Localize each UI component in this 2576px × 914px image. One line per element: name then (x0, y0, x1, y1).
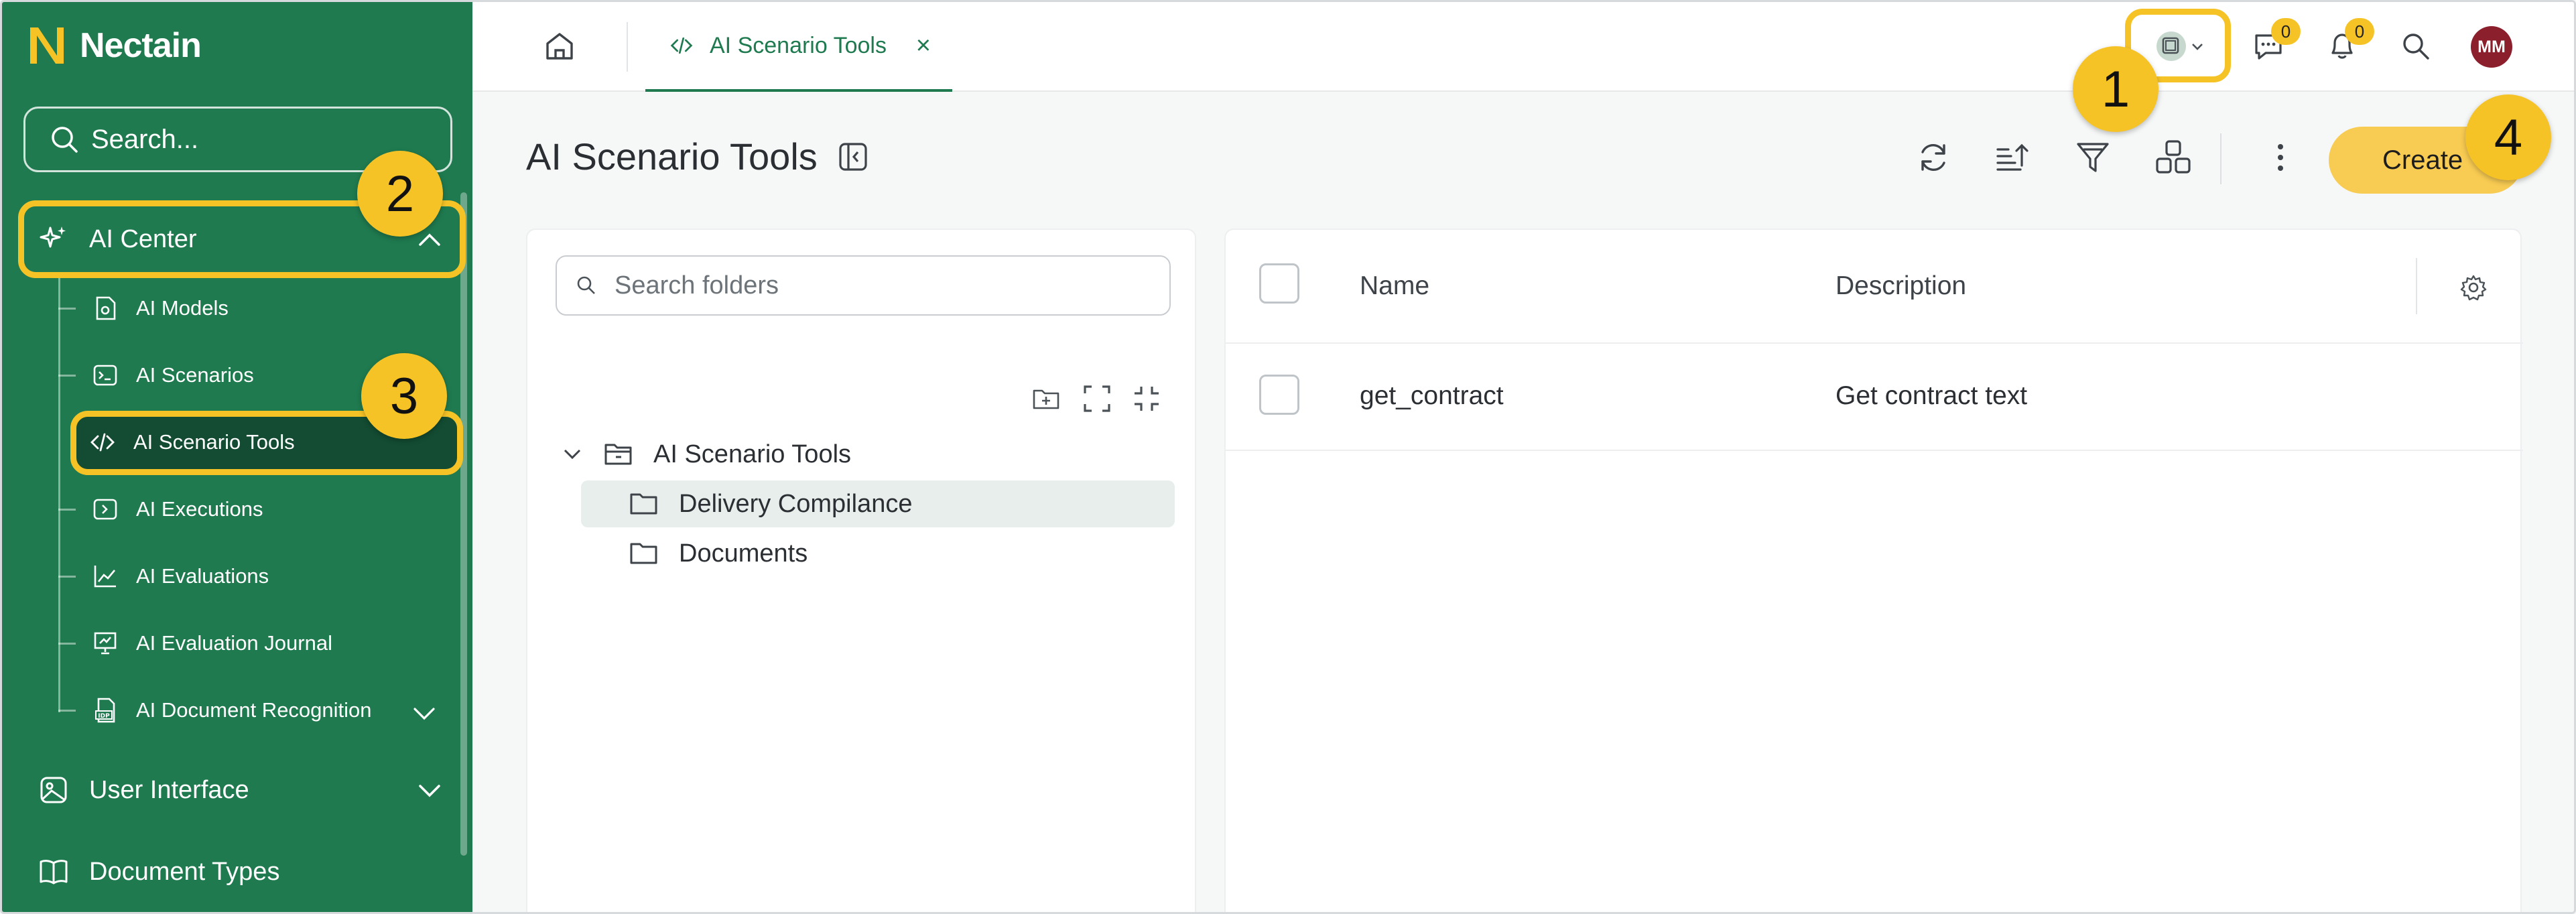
messages-button[interactable]: 0 (2248, 18, 2301, 66)
sort-button[interactable] (1992, 137, 2033, 178)
annotation-badge-4: 4 (2465, 94, 2551, 180)
tree-node-label: AI Scenario Tools (653, 440, 852, 468)
image-icon (40, 777, 67, 803)
table-row[interactable]: get_contract Get contract text (1226, 344, 2523, 450)
row-name: get_contract (1360, 381, 1504, 410)
chevron-down-icon[interactable] (561, 443, 584, 466)
book-icon (40, 860, 68, 885)
sidebar-item-label: Document Types (89, 857, 280, 886)
ai-model-icon (90, 293, 120, 323)
chevron-down-icon[interactable] (416, 777, 443, 803)
folder-icon (630, 493, 657, 515)
notifications-button[interactable]: 0 (2322, 18, 2374, 66)
global-search-button[interactable] (2396, 26, 2436, 66)
filter-button[interactable] (2073, 137, 2113, 178)
column-header-description[interactable]: Description (1836, 230, 1966, 342)
sidebar-item-ai-models[interactable]: AI Models (58, 281, 460, 335)
expand-all-button[interactable] (1081, 383, 1113, 415)
add-folder-icon (1033, 389, 1059, 409)
gear-icon[interactable] (2460, 274, 2487, 301)
column-divider (2416, 258, 2417, 314)
annotation-badge-1: 1 (2073, 46, 2159, 132)
tree-node-root[interactable]: AI Scenario Tools (561, 431, 851, 478)
filter-icon (2077, 143, 2109, 172)
chart-line-icon (90, 562, 120, 591)
create-button-label: Create (2382, 145, 2463, 175)
folder-panel: Search folders AI Scenario Tools Deliver… (526, 228, 1196, 912)
sidebar-item-label: User Interface (89, 775, 249, 804)
presentation-icon (90, 629, 120, 658)
tab-ai-scenario-tools[interactable]: AI Scenario Tools × (645, 2, 952, 92)
messages-count-badge: 0 (2271, 18, 2301, 45)
folder-search-input[interactable]: Search folders (556, 255, 1171, 316)
row-description: Get contract text (1836, 381, 2028, 410)
sidebar-sub-label: AI Models (136, 296, 229, 320)
brand-name: Nectain (80, 26, 202, 65)
page-title: AI Scenario Tools (526, 135, 870, 178)
folder-open-icon (604, 444, 632, 465)
row-checkbox[interactable] (1259, 375, 1299, 415)
code-icon (670, 37, 693, 54)
sidebar-scrollbar[interactable] (460, 192, 467, 856)
home-icon[interactable] (542, 29, 577, 64)
row-divider (1226, 450, 2523, 451)
folder-search-placeholder: Search folders (615, 271, 779, 300)
add-folder-button[interactable] (1030, 383, 1062, 415)
select-all-checkbox[interactable] (1259, 263, 1299, 304)
notifications-count-badge: 0 (2345, 18, 2374, 45)
tab-divider (627, 22, 628, 72)
avatar[interactable]: MM (2471, 26, 2512, 68)
page-title-text: AI Scenario Tools (526, 135, 818, 178)
more-vertical-icon (2278, 144, 2283, 171)
sidebar-sub-label: AI Document Recognition (136, 698, 372, 722)
sidebar-search-placeholder: Search... (91, 124, 199, 154)
collapse-panel-icon[interactable] (836, 140, 870, 174)
sidebar-sub-label: AI Scenarios (136, 363, 254, 387)
close-tab-icon[interactable]: × (916, 31, 931, 60)
tree-node-delivery-compilance[interactable]: Delivery Compilance (581, 480, 1175, 527)
search-icon (2403, 34, 2429, 60)
tree-node-label: Delivery Compilance (679, 489, 913, 518)
terminal-icon (90, 361, 120, 390)
collapse-icon (1135, 387, 1159, 411)
chevron-down-icon[interactable] (411, 700, 438, 726)
sidebar-item-ai-evaluation-journal[interactable]: AI Evaluation Journal (58, 616, 460, 670)
layout-button[interactable] (2153, 137, 2193, 178)
sidebar-sub-label: AI Evaluation Journal (136, 631, 332, 655)
search-icon (577, 276, 595, 294)
execute-icon (90, 495, 120, 524)
expand-icon (1084, 385, 1110, 412)
annotation-badge-3: 3 (361, 353, 447, 439)
toolbar-divider (2220, 133, 2221, 184)
sidebar-item-document-types[interactable]: Document Types (17, 837, 459, 907)
grid-icon (2156, 140, 2191, 174)
collapse-all-button[interactable] (1131, 383, 1163, 415)
search-icon (52, 127, 78, 153)
sidebar-sub-label: AI Executions (136, 497, 263, 521)
sidebar-item-ai-document-recognition[interactable]: IDP AI Document Recognition (58, 683, 460, 737)
brand[interactable]: Nectain (27, 25, 202, 66)
sidebar-item-ai-evaluations[interactable]: AI Evaluations (58, 549, 460, 603)
refresh-button[interactable] (1913, 137, 1953, 178)
svg-text:IDP: IDP (98, 713, 110, 720)
sidebar-item-ai-executions[interactable]: AI Executions (58, 482, 460, 536)
more-options-button[interactable] (2260, 137, 2301, 178)
sidebar-sub-label: AI Evaluations (136, 564, 269, 588)
tree-node-label: Documents (679, 539, 808, 568)
column-header-name[interactable]: Name (1360, 230, 1429, 342)
sidebar-item-user-interface[interactable]: User Interface (17, 755, 459, 825)
refresh-icon (1921, 143, 1945, 172)
app-window: Nectain Search... AI Center AI Models AI… (0, 0, 2576, 914)
tree-node-documents[interactable]: Documents (628, 530, 808, 577)
folder-icon (630, 543, 657, 564)
nectain-logo-icon (30, 27, 64, 64)
idp-icon: IDP (90, 696, 120, 725)
top-bar: AI Scenario Tools × 0 0 MM (472, 2, 2574, 92)
annotation-badge-2: 2 (357, 151, 443, 237)
tab-label: AI Scenario Tools (710, 32, 887, 58)
table-panel: Name Description get_contract Get contra… (1224, 228, 2523, 912)
sort-icon (1996, 143, 2028, 171)
